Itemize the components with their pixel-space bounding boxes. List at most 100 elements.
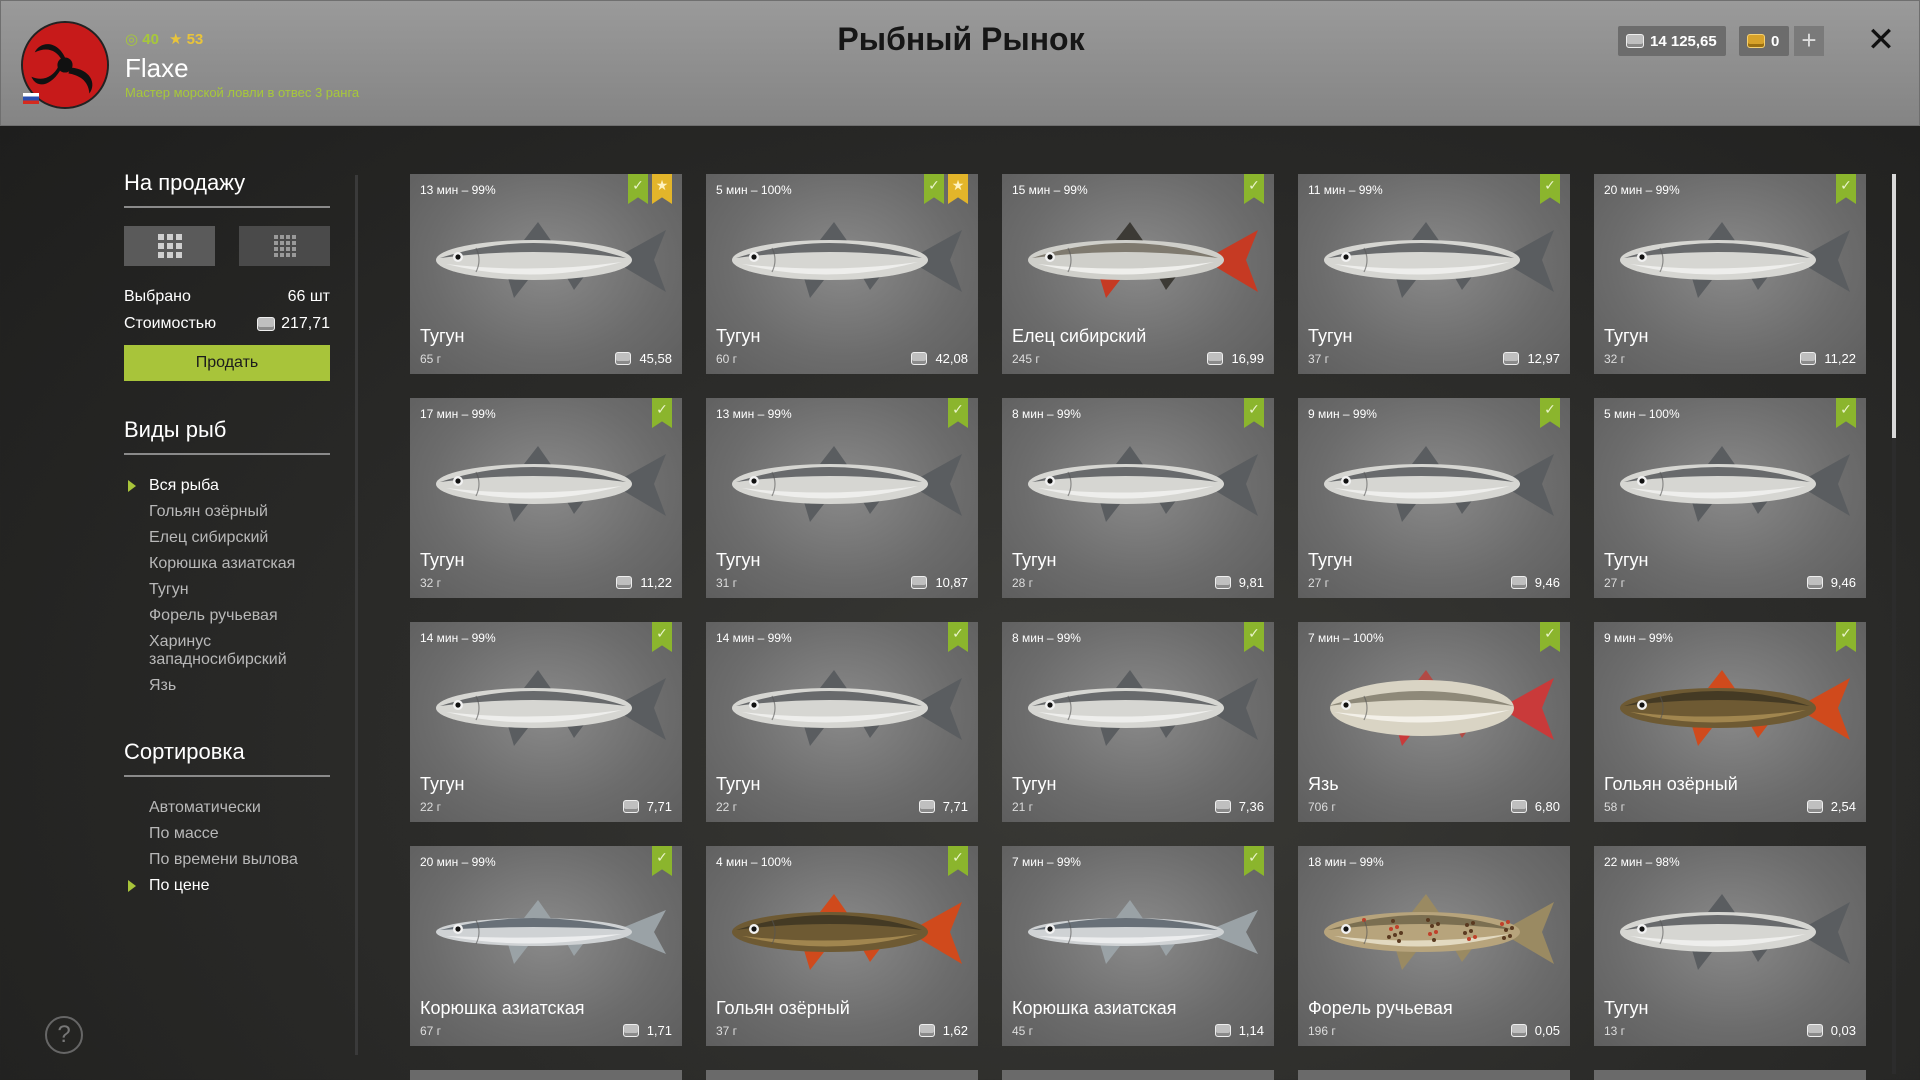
fish-card[interactable]: ✓ 8 мин – 99% Тугун 28 г 9,81 xyxy=(1002,398,1274,598)
species-item[interactable]: Форель ручьевая xyxy=(124,603,330,629)
silver-coin-icon xyxy=(1510,1024,1527,1037)
scrollbar-thumb[interactable] xyxy=(1892,174,1896,438)
large-grid-view-button[interactable] xyxy=(124,226,215,266)
sort-item[interactable]: Автоматически xyxy=(124,795,330,821)
catch-time: 13 мин – 99% xyxy=(716,407,792,421)
fish-image xyxy=(1008,648,1268,768)
fish-weight: 58 г xyxy=(1604,800,1626,814)
top-bar: ◎ 40 ★ 53 Flaxe Мастер морской ловли в о… xyxy=(0,0,1920,126)
player-name: Flaxe xyxy=(125,53,189,83)
fish-card[interactable]: 18 мин – 99% Форель ручьевая 196 г 0,05 xyxy=(1298,846,1570,1046)
species-section-title: Виды рыб xyxy=(124,417,330,455)
fish-card[interactable]: ✓ 7 мин – 99% Корюшка азиатская 45 г 1,1… xyxy=(1002,846,1274,1046)
cost-value: 217,71 xyxy=(281,315,330,332)
fish-card-partial[interactable] xyxy=(1298,1070,1570,1080)
fish-price: 6,80 xyxy=(1510,799,1560,814)
species-item[interactable]: Гольян озёрный xyxy=(124,499,330,525)
silver-coin-icon xyxy=(1806,1024,1823,1037)
fish-card[interactable]: ✓ 14 мин – 99% Тугун 22 г 7,71 xyxy=(706,622,978,822)
sell-button[interactable]: Продать xyxy=(124,345,330,381)
fish-card-partial[interactable] xyxy=(1594,1070,1866,1080)
fish-card[interactable]: ✓ 9 мин – 99% Тугун 27 г 9,46 xyxy=(1298,398,1570,598)
fish-name: Тугун xyxy=(420,326,465,346)
silver-coin-icon xyxy=(1510,800,1527,813)
silver-coin-icon xyxy=(911,352,928,365)
silver-coin-icon xyxy=(918,800,935,813)
fish-name: Тугун xyxy=(1308,326,1353,346)
fish-card-partial[interactable] xyxy=(1002,1070,1274,1080)
fish-image xyxy=(1600,424,1860,544)
fish-card[interactable]: ✓ 15 мин – 99% Елец сибирский 245 г 16,9… xyxy=(1002,174,1274,374)
fish-card[interactable]: 22 мин – 98% Тугун 13 г 0,03 xyxy=(1594,846,1866,1046)
fish-card[interactable]: ✓ 13 мин – 99% Тугун 31 г 10,87 xyxy=(706,398,978,598)
catch-time: 7 мин – 99% xyxy=(1012,855,1081,869)
star-badge: ★ 53 xyxy=(168,31,204,48)
sort-item[interactable]: По цене xyxy=(124,873,330,899)
species-item[interactable]: Язь xyxy=(124,673,330,699)
fish-card[interactable]: ✓ 7 мин – 100% Язь 706 г 6,80 xyxy=(1298,622,1570,822)
fish-weight: 245 г xyxy=(1012,352,1040,366)
fish-card[interactable]: ✓ 20 мин – 99% Тугун 32 г 11,22 xyxy=(1594,174,1866,374)
fish-name: Тугун xyxy=(716,326,761,346)
fish-card[interactable]: ✓ 14 мин – 99% Тугун 22 г 7,71 xyxy=(410,622,682,822)
fish-card[interactable]: ✓ 9 мин – 99% Гольян озёрный 58 г 2,54 xyxy=(1594,622,1866,822)
species-item[interactable]: Елец сибирский xyxy=(124,525,330,551)
player-stats: ◎ 40 ★ 53 xyxy=(125,30,203,48)
silver-coin-icon xyxy=(1503,352,1520,365)
species-item[interactable]: Харинус западносибирский xyxy=(124,629,330,673)
species-item[interactable]: Тугун xyxy=(124,577,330,603)
fish-name: Тугун xyxy=(716,550,761,570)
fish-name: Тугун xyxy=(1012,774,1057,794)
fish-card[interactable]: ✓ ★ 13 мин – 99% Тугун 65 г 45,58 xyxy=(410,174,682,374)
fish-card[interactable]: ✓ 17 мин – 99% Тугун 32 г 11,22 xyxy=(410,398,682,598)
player-rank: Мастер морской ловли в отвес 3 ранга xyxy=(125,85,360,100)
selected-count-row: Выбрано 66 шт xyxy=(124,288,330,306)
small-grid-view-button[interactable] xyxy=(239,226,330,266)
fish-card[interactable]: ✓ 5 мин – 100% Тугун 27 г 9,46 xyxy=(1594,398,1866,598)
fish-weight: 27 г xyxy=(1604,576,1626,590)
sort-item[interactable]: По массе xyxy=(124,821,330,847)
fish-image xyxy=(416,648,676,768)
species-item[interactable]: Корюшка азиатская xyxy=(124,551,330,577)
fish-card-partial[interactable] xyxy=(410,1070,682,1080)
fish-price: 7,71 xyxy=(918,799,968,814)
catch-time: 5 мин – 100% xyxy=(1604,407,1680,421)
catch-time: 17 мин – 99% xyxy=(420,407,496,421)
fish-weight: 28 г xyxy=(1012,576,1034,590)
large-grid-icon xyxy=(157,234,182,258)
fish-weight: 37 г xyxy=(1308,352,1330,366)
catch-time: 20 мин – 99% xyxy=(1604,183,1680,197)
fish-weight: 67 г xyxy=(420,1024,442,1038)
fish-weight: 32 г xyxy=(420,576,442,590)
add-gold-button[interactable]: + xyxy=(1794,26,1824,56)
fish-image xyxy=(416,200,676,320)
fish-card[interactable]: ✓ 11 мин – 99% Тугун 37 г 12,97 xyxy=(1298,174,1570,374)
level-badge: ◎ 40 xyxy=(125,31,159,48)
fish-name: Тугун xyxy=(716,774,761,794)
help-button[interactable]: ? xyxy=(45,1016,83,1054)
fish-image xyxy=(712,872,972,992)
silver-coin-icon xyxy=(1214,1024,1231,1037)
sale-section-title: На продажу xyxy=(124,170,330,208)
total-cost-row: Стоимостью 217,71 xyxy=(124,315,330,333)
fish-card[interactable]: ✓ 8 мин – 99% Тугун 21 г 7,36 xyxy=(1002,622,1274,822)
fish-card[interactable]: ✓ ★ 5 мин – 100% Тугун 60 г 42,08 xyxy=(706,174,978,374)
catch-time: 20 мин – 99% xyxy=(420,855,496,869)
sort-item[interactable]: По времени вылова xyxy=(124,847,330,873)
silver-coin-icon xyxy=(918,1024,935,1037)
fish-name: Язь xyxy=(1308,774,1339,794)
species-item[interactable]: Вся рыба xyxy=(124,473,330,499)
fish-name: Корюшка азиатская xyxy=(420,998,585,1018)
fish-image xyxy=(416,872,676,992)
fish-card-partial[interactable] xyxy=(706,1070,978,1080)
catch-time: 18 мин – 99% xyxy=(1308,855,1384,869)
fish-image xyxy=(416,424,676,544)
fish-weight: 60 г xyxy=(716,352,738,366)
fish-name: Елец сибирский xyxy=(1012,326,1147,346)
silver-balance: 14 125,65 xyxy=(1618,26,1726,56)
view-toggle xyxy=(124,226,330,266)
fish-weight: 27 г xyxy=(1308,576,1330,590)
fish-card[interactable]: ✓ 20 мин – 99% Корюшка азиатская 67 г 1,… xyxy=(410,846,682,1046)
close-button[interactable]: ✕ xyxy=(1864,23,1898,57)
fish-card[interactable]: ✓ 4 мин – 100% Гольян озёрный 37 г 1,62 xyxy=(706,846,978,1046)
